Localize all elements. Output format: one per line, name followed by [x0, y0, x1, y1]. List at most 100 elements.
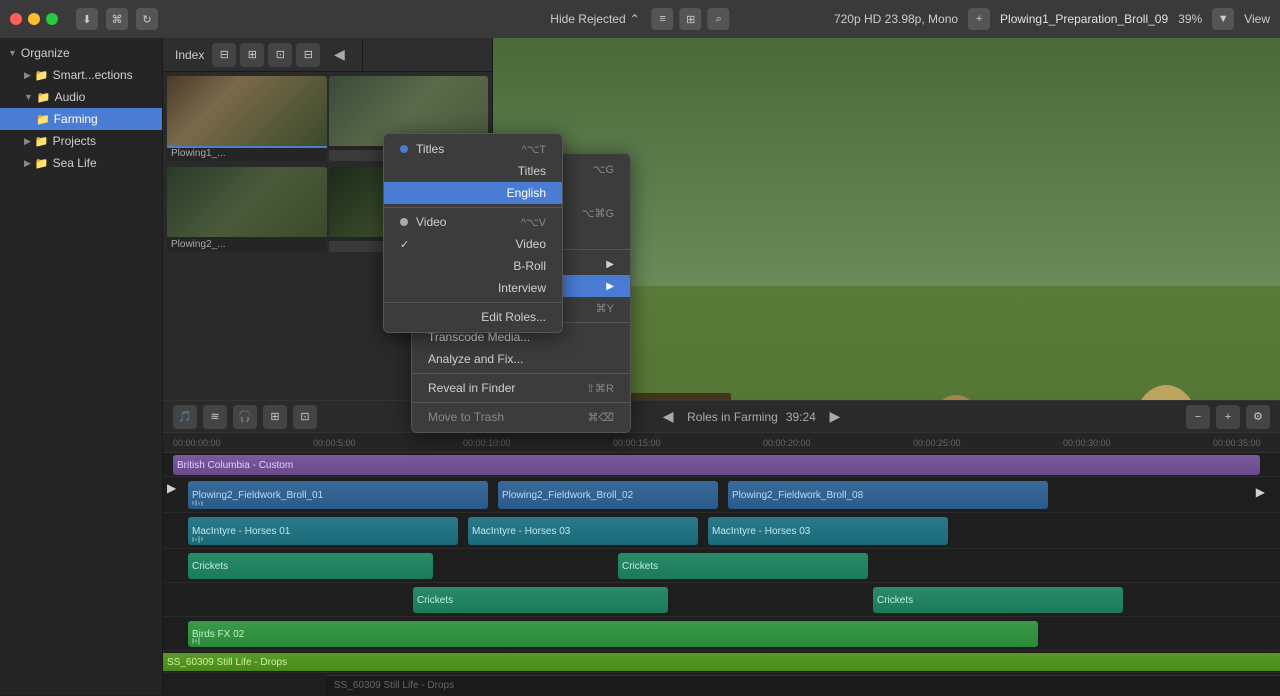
titlebar: ⬇ ⌘ ↻ Hide Rejected ⌃ ≡ ⊞ ⌕ 720p HD 23.9…	[0, 0, 1280, 38]
context-analyze[interactable]: Analyze and Fix...	[412, 348, 630, 370]
sidebar-item-organize[interactable]: ▼ Organize	[0, 42, 162, 64]
clip-thumb-3[interactable]: Plowing2_...	[167, 167, 327, 252]
hide-rejected-control[interactable]: Hide Rejected ⌃	[550, 12, 639, 26]
sidebar: ▼ Organize ▶ 📁 Smart...ections ▼ 📁 Audio…	[0, 38, 163, 695]
list-view-icon[interactable]: ≡	[652, 8, 674, 30]
timeline-clip-icon[interactable]: ⊡	[293, 405, 317, 429]
ruler-mark-2: 00:00:10:00	[463, 438, 511, 448]
video-clip-3[interactable]: Plowing2_Fieldwork_Broll_08	[728, 481, 1048, 509]
folder-icon: 📁	[36, 113, 50, 126]
submenu-edit-roles-label: Edit Roles...	[481, 310, 546, 324]
sidebar-item-label: Sea Life	[53, 156, 97, 170]
zoom-arrow-icon[interactable]: ▼	[1212, 8, 1234, 30]
wave-bar	[195, 538, 197, 541]
thumb-label-3: Plowing2_...	[167, 237, 327, 252]
submenu-edit-roles[interactable]: Edit Roles...	[384, 306, 562, 328]
waveform-1	[188, 499, 488, 507]
separator-4	[412, 402, 630, 403]
horses-clip-1[interactable]: MacIntyre - Horses 01	[188, 517, 458, 545]
master-track: British Columbia - Custom	[163, 453, 1280, 477]
zoom-in-icon[interactable]: +	[1216, 405, 1240, 429]
index-btn-2[interactable]: ⊞	[240, 43, 264, 67]
timeline-header-center: ◀ Roles in Farming 39:24 ▶	[657, 406, 846, 428]
folder-icon: 📁	[35, 135, 49, 148]
zoom-out-icon[interactable]: −	[1186, 405, 1210, 429]
crickets-clip-4[interactable]: Crickets	[873, 587, 1123, 613]
ruler-mark-6: 00:00:30:00	[1063, 438, 1111, 448]
folder-icon: 📁	[35, 69, 49, 82]
submenu-video-shortcut-label: ^⌥V	[521, 216, 546, 229]
submenu-interview[interactable]: Interview	[384, 277, 562, 299]
index-btn-3[interactable]: ⊡	[268, 43, 292, 67]
timeline-next-btn[interactable]: ▶	[824, 406, 846, 428]
submenu-broll-label: B-Roll	[513, 259, 546, 273]
submenu-english[interactable]: English	[384, 182, 562, 204]
folder-icon: 📁	[37, 91, 51, 104]
master-clip[interactable]: British Columbia - Custom	[173, 455, 1260, 475]
checkmark-icon: ✓	[400, 238, 409, 251]
bottom-clip[interactable]: SS_60309 Still Life - Drops	[163, 653, 1280, 671]
sidebar-item-sea-life[interactable]: ▶ 📁 Sea Life	[0, 152, 162, 174]
crickets-clip-1-label: Crickets	[192, 561, 228, 572]
sidebar-item-projects[interactable]: ▶ 📁 Projects	[0, 130, 162, 152]
audio-arrow-icon: ▼	[24, 92, 33, 102]
sidebar-item-audio[interactable]: ▼ 📁 Audio	[0, 86, 162, 108]
minimize-button[interactable]	[28, 13, 40, 25]
timeline-ruler: 00:00:00:00 00:00:5:00 00:00:10:00 00:00…	[163, 433, 1280, 453]
sidebar-item-label: Projects	[53, 134, 96, 148]
index-label[interactable]: Index	[175, 48, 204, 62]
timeline-left-btn[interactable]: ◀	[328, 44, 350, 66]
submenu-titles[interactable]: Titles	[384, 160, 562, 182]
add-clip-icon[interactable]: +	[968, 8, 990, 30]
crickets-clip-1[interactable]: Crickets	[188, 553, 433, 579]
create-audition-shortcut: ⌘Y	[596, 302, 614, 315]
wave-bar	[195, 500, 197, 506]
wave-bar	[195, 639, 197, 643]
context-move-trash[interactable]: Move to Trash ⌘⌫	[412, 406, 630, 428]
dot-white-icon	[400, 218, 408, 226]
thumb-image-1	[167, 76, 327, 146]
index-btn-4[interactable]: ⊟	[296, 43, 320, 67]
projects-arrow-icon: ▶	[24, 136, 31, 147]
grid-view-icon[interactable]: ⊞	[680, 8, 702, 30]
timeline-headphone-icon[interactable]: 🎧	[233, 405, 257, 429]
video-clip-1[interactable]: Plowing2_Fieldwork_Broll_01	[188, 481, 488, 509]
crickets-clip-3-label: Crickets	[417, 595, 453, 606]
download-icon[interactable]: ⬇	[76, 8, 98, 30]
submenu-english-label: English	[507, 186, 546, 200]
ruler-mark-5: 00:00:25:00	[913, 438, 961, 448]
birds-clip[interactable]: Birds FX 02	[188, 621, 1038, 647]
sync-icon[interactable]: ↻	[136, 8, 158, 30]
timeline-audio-icon[interactable]: 🎵	[173, 405, 197, 429]
traffic-lights	[10, 13, 58, 25]
horses-clip-2[interactable]: MacIntyre - Horses 03	[468, 517, 698, 545]
submenu-video-shortcut[interactable]: Video ^⌥V	[384, 211, 562, 233]
sidebar-item-label: Farming	[54, 112, 98, 126]
timeline-settings-icon[interactable]: ⚙	[1246, 405, 1270, 429]
timeline-view-icon[interactable]: ⊞	[263, 405, 287, 429]
video-clip-2[interactable]: Plowing2_Fieldwork_Broll_02	[498, 481, 718, 509]
crickets-clip-2[interactable]: Crickets	[618, 553, 868, 579]
timeline-wave-icon[interactable]: ≋	[203, 405, 227, 429]
maximize-button[interactable]	[46, 13, 58, 25]
key-icon[interactable]: ⌘	[106, 8, 128, 30]
timeline-content: 00:00:00:00 00:00:5:00 00:00:10:00 00:00…	[163, 433, 1280, 696]
view-label[interactable]: View	[1244, 12, 1270, 26]
index-tab: Index ⊟ ⊞ ⊡ ⊟ ◀	[163, 38, 363, 72]
submenu-broll[interactable]: B-Roll	[384, 255, 562, 277]
crickets-clip-3[interactable]: Crickets	[413, 587, 668, 613]
index-btn-1[interactable]: ⊟	[212, 43, 236, 67]
horses-clip-3[interactable]: MacIntyre - Horses 03	[708, 517, 948, 545]
clip-thumb-1[interactable]: Plowing1_...	[167, 76, 327, 161]
analyze-label: Analyze and Fix...	[428, 352, 523, 366]
timeline-prev-btn[interactable]: ◀	[657, 406, 679, 428]
submenu-video-check[interactable]: ✓ Video	[384, 233, 562, 255]
search-icon[interactable]: ⌕	[708, 8, 730, 30]
close-button[interactable]	[10, 13, 22, 25]
context-reveal[interactable]: Reveal in Finder ⇧⌘R	[412, 377, 630, 399]
timeline-header: 🎵 ≋ 🎧 ⊞ ⊡ ◀ Roles in Farming 39:24 ▶ − +…	[163, 401, 1280, 433]
sidebar-item-smart-collections[interactable]: ▶ 📁 Smart...ections	[0, 64, 162, 86]
submenu-titles-shortcut[interactable]: Titles ^⌥T	[384, 138, 562, 160]
sidebar-item-farming[interactable]: 📁 Farming	[0, 108, 162, 130]
submenu-titles-label: Titles	[416, 142, 444, 156]
